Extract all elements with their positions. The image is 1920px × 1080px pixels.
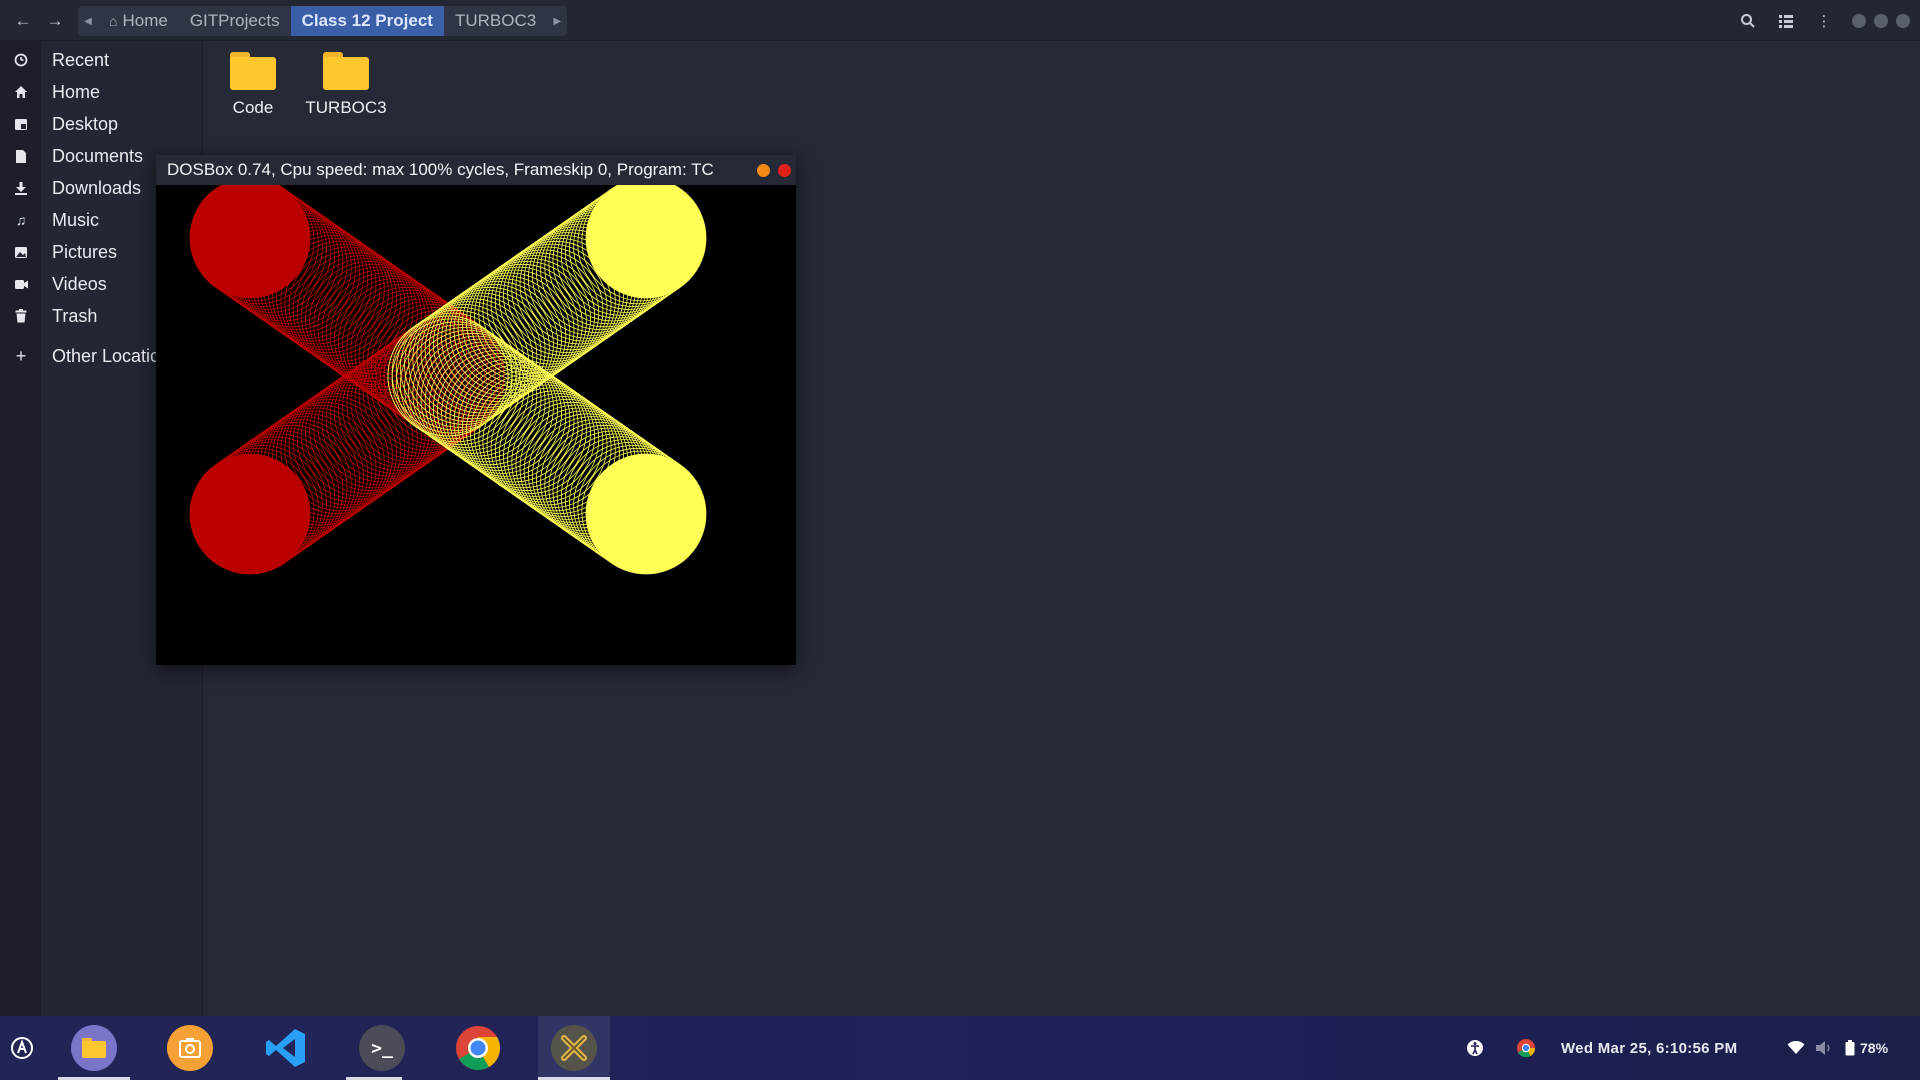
sidebar-item-label: Downloads xyxy=(52,178,142,198)
launcher-icon xyxy=(11,1037,33,1059)
arrow-left-icon: ← xyxy=(14,11,32,30)
header-bar: ← → ◀ ⌂ Home GITProjects Class 12 Projec… xyxy=(0,0,1920,41)
screenshot-app-icon xyxy=(167,1025,213,1071)
back-button[interactable]: ← xyxy=(10,9,36,33)
wifi-button[interactable] xyxy=(1787,1016,1805,1080)
sidebar-item-label: Pictures xyxy=(52,242,118,262)
download-icon xyxy=(11,178,31,198)
yellow-filled-circle xyxy=(586,454,706,574)
music-icon: ♫ xyxy=(15,212,27,228)
taskbar-screenshot-app[interactable] xyxy=(154,1016,226,1080)
terminal-app-icon: >_ xyxy=(359,1025,405,1071)
battery-percentage: 78% xyxy=(1860,1040,1889,1056)
sidebar-item-label: Home xyxy=(52,82,101,102)
view-toggle-icon xyxy=(1779,15,1793,28)
breadcrumb-turboc3[interactable]: TURBOC3 xyxy=(444,6,547,36)
breadcrumb-label: Home xyxy=(122,11,168,30)
sidebar-item-label: Videos xyxy=(52,274,107,294)
battery-button[interactable]: 78% xyxy=(1845,1016,1888,1080)
dosbox-close-button[interactable] xyxy=(778,164,791,177)
path-scroll-right-button[interactable]: ▶ xyxy=(547,6,567,36)
folder-icon xyxy=(323,52,369,90)
chrome-app-icon xyxy=(456,1026,500,1070)
volume-icon xyxy=(1816,1041,1830,1055)
dosbox-title[interactable]: DOSBox 0.74, Cpu speed: max 100% cycles,… xyxy=(156,155,796,185)
search-icon xyxy=(1741,14,1755,28)
dosbox-graphics-canvas xyxy=(189,185,707,575)
activities-button[interactable] xyxy=(0,1016,44,1080)
chevron-left-icon: ◀ xyxy=(84,15,92,27)
sidebar-item-label: Desktop xyxy=(52,114,119,134)
taskbar-terminal-app[interactable]: >_ xyxy=(346,1016,418,1080)
volume-button[interactable] xyxy=(1815,1016,1833,1080)
breadcrumb-home[interactable]: ⌂ Home xyxy=(98,6,179,36)
plus-icon: + xyxy=(15,345,27,366)
wifi-icon xyxy=(1787,1041,1805,1054)
folder-code[interactable]: Code xyxy=(205,52,301,118)
folder-icon xyxy=(230,52,276,90)
taskbar-vscode-app[interactable] xyxy=(250,1016,322,1080)
picture-icon xyxy=(11,242,31,262)
menu-button[interactable]: ⋮ xyxy=(1813,11,1835,31)
chrome-tray-button[interactable] xyxy=(1516,1016,1536,1080)
video-icon xyxy=(11,274,31,294)
forward-button[interactable]: → xyxy=(42,9,68,33)
sidebar-item-label: Other Locatic xyxy=(52,346,156,366)
folder-turboc3[interactable]: TURBOC3 xyxy=(298,52,394,118)
minimize-button[interactable] xyxy=(1852,14,1866,28)
dosbox-minimize-button[interactable] xyxy=(757,164,770,177)
close-button[interactable] xyxy=(1896,14,1910,28)
menu-icon: ⋮ xyxy=(1816,13,1832,30)
chrome-tray-icon xyxy=(1517,1039,1536,1058)
taskbar-dosbox-app[interactable] xyxy=(538,1016,610,1080)
sidebar-item-label: Trash xyxy=(52,306,98,326)
taskbar: >_ Wed Mar 25, 6:10:56 PM 78% xyxy=(0,1016,1920,1080)
desktop-icon xyxy=(11,114,31,134)
red-filled-circle xyxy=(190,454,310,574)
files-app-icon xyxy=(71,1025,117,1071)
breadcrumb: ◀ ⌂ Home GITProjects Class 12 Project TU… xyxy=(78,6,568,36)
breadcrumb-label: GITProjects xyxy=(189,11,280,30)
document-icon xyxy=(11,146,31,166)
clock-icon xyxy=(11,50,31,70)
file-label: TURBOC3 xyxy=(305,98,387,117)
vscode-app-icon xyxy=(266,1029,305,1067)
taskbar-chrome-app[interactable] xyxy=(442,1016,514,1080)
file-label: Code xyxy=(232,98,274,117)
clock[interactable]: Wed Mar 25, 6:10:56 PM xyxy=(1561,1016,1737,1080)
trash-icon xyxy=(11,306,31,326)
sidebar-item-label: Music xyxy=(52,210,100,230)
dosbox-app-icon xyxy=(551,1025,597,1071)
view-toggle-button[interactable] xyxy=(1775,11,1797,31)
arrow-right-icon: → xyxy=(46,11,64,30)
chevron-right-icon: ▶ xyxy=(553,15,562,27)
search-button[interactable] xyxy=(1737,11,1759,31)
home-icon: ⌂ xyxy=(109,13,118,29)
breadcrumb-label: TURBOC3 xyxy=(454,11,537,30)
dosbox-window[interactable]: DOSBox 0.74, Cpu speed: max 100% cycles,… xyxy=(156,155,796,665)
breadcrumb-label: Class 12 Project xyxy=(301,11,433,30)
maximize-button[interactable] xyxy=(1874,14,1888,28)
accessibility-button[interactable] xyxy=(1466,1016,1484,1080)
taskbar-files-app[interactable] xyxy=(58,1016,130,1080)
sidebar-item-label: Documents xyxy=(52,146,144,166)
battery-icon xyxy=(1845,1040,1855,1056)
accessibility-icon xyxy=(1467,1040,1483,1056)
sidebar-item-label: Recent xyxy=(52,50,110,70)
breadcrumb-class-12-project[interactable]: Class 12 Project xyxy=(290,6,444,36)
home-icon xyxy=(11,82,31,102)
path-scroll-left-button[interactable]: ◀ xyxy=(78,6,98,36)
breadcrumb-gitprojects[interactable]: GITProjects xyxy=(179,6,291,36)
